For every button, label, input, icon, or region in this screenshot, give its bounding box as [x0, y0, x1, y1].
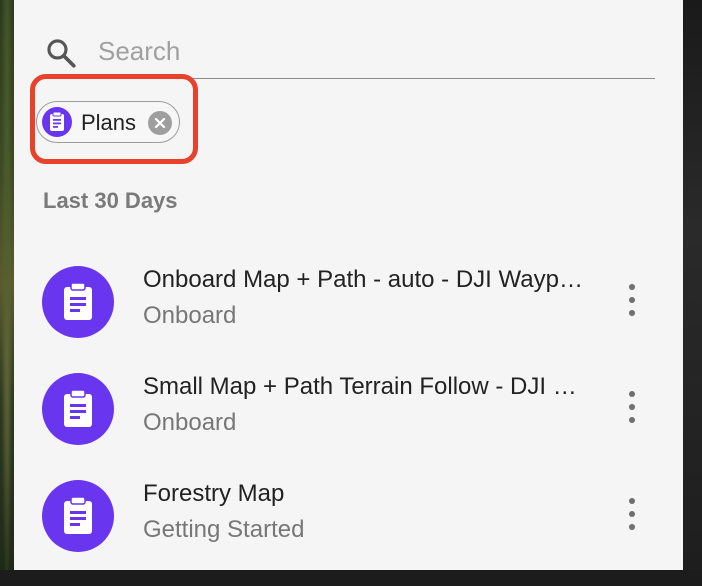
search-panel: Plans Last 30 Days Onboard Map + Path - …	[14, 0, 683, 570]
search-input[interactable]	[98, 32, 638, 70]
filter-chip-plans[interactable]: Plans	[36, 101, 180, 143]
clipboard-icon	[42, 480, 114, 552]
filter-chip-label: Plans	[81, 110, 137, 135]
list-item[interactable]: Forestry Map Getting Started	[14, 480, 683, 586]
more-vert-icon[interactable]	[620, 389, 644, 425]
list-item-subtitle: Onboard	[143, 409, 237, 436]
section-header: Last 30 Days	[43, 188, 178, 213]
clipboard-icon	[42, 107, 72, 137]
clipboard-icon	[42, 373, 114, 445]
map-background-right	[683, 0, 702, 570]
list-item-subtitle: Getting Started	[143, 516, 305, 543]
search-icon	[47, 39, 76, 68]
list-item[interactable]: Small Map + Path Terrain Follow - DJI Wa…	[14, 373, 683, 479]
map-background-left	[0, 0, 14, 570]
list-item-subtitle: Onboard	[143, 302, 237, 329]
list-item-title: Forestry Map	[143, 480, 285, 507]
list-item-title: Small Map + Path Terrain Follow - DJI Wa…	[143, 373, 595, 400]
close-circle-icon[interactable]	[148, 111, 172, 135]
clipboard-icon	[42, 266, 114, 338]
search-bar	[42, 26, 655, 79]
more-vert-icon[interactable]	[620, 496, 644, 532]
list-item[interactable]: Onboard Map + Path - auto - DJI Waypoint…	[14, 266, 683, 372]
list-item-title: Onboard Map + Path - auto - DJI Waypoint…	[143, 266, 595, 293]
more-vert-icon[interactable]	[620, 282, 644, 318]
